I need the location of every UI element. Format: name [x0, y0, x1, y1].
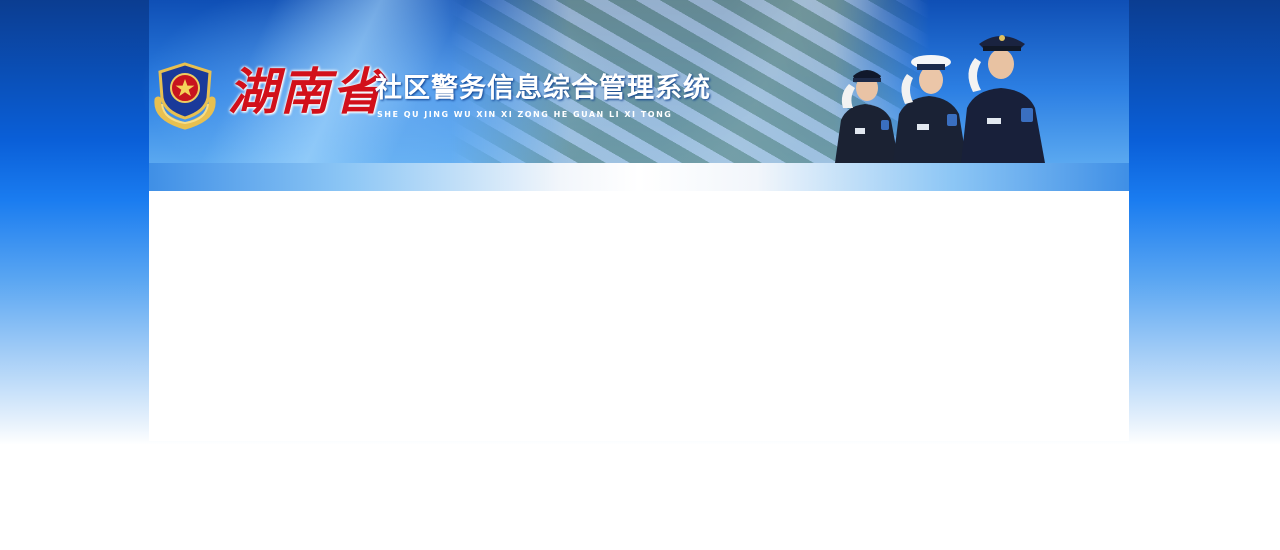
system-title-pinyin: SHE QU JING WU XIN XI ZONG HE GUAN LI XI… — [377, 110, 673, 119]
system-title: 社区警务信息综合管理系统 — [375, 73, 711, 104]
header-banner: 湖南省 社区警务信息综合管理系统 SHE QU JING WU XIN XI Z… — [0, 0, 1280, 163]
police-emblem-icon — [154, 62, 216, 130]
main-content-area — [149, 191, 1129, 441]
saluting-officers-illustration — [835, 35, 1045, 163]
province-title: 湖南省 — [228, 62, 384, 121]
banner-bottom-strip — [149, 163, 1129, 191]
